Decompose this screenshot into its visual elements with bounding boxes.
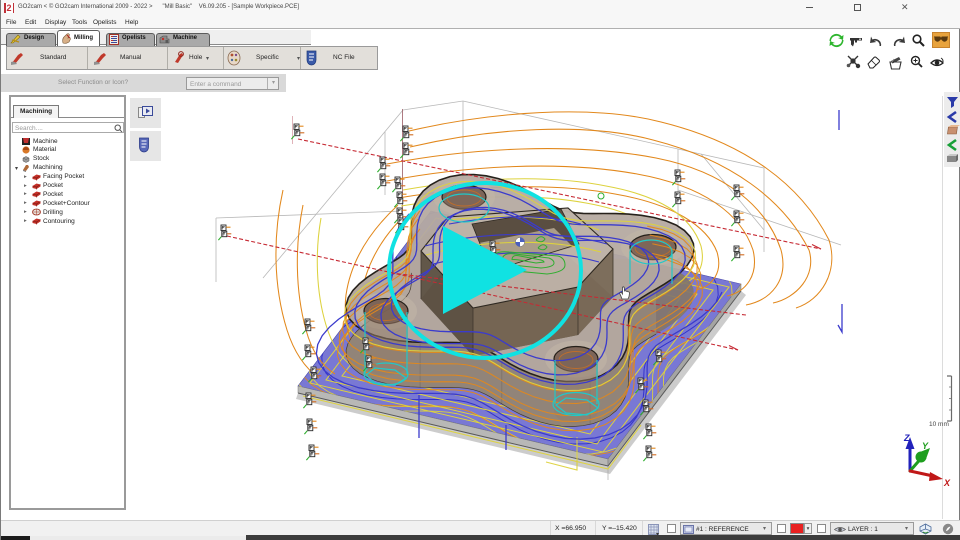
svg-text:X: X xyxy=(943,478,951,488)
svg-text:Y: Y xyxy=(922,441,929,451)
svg-text:Z: Z xyxy=(903,433,910,443)
svg-text:10 mm: 10 mm xyxy=(929,421,949,428)
